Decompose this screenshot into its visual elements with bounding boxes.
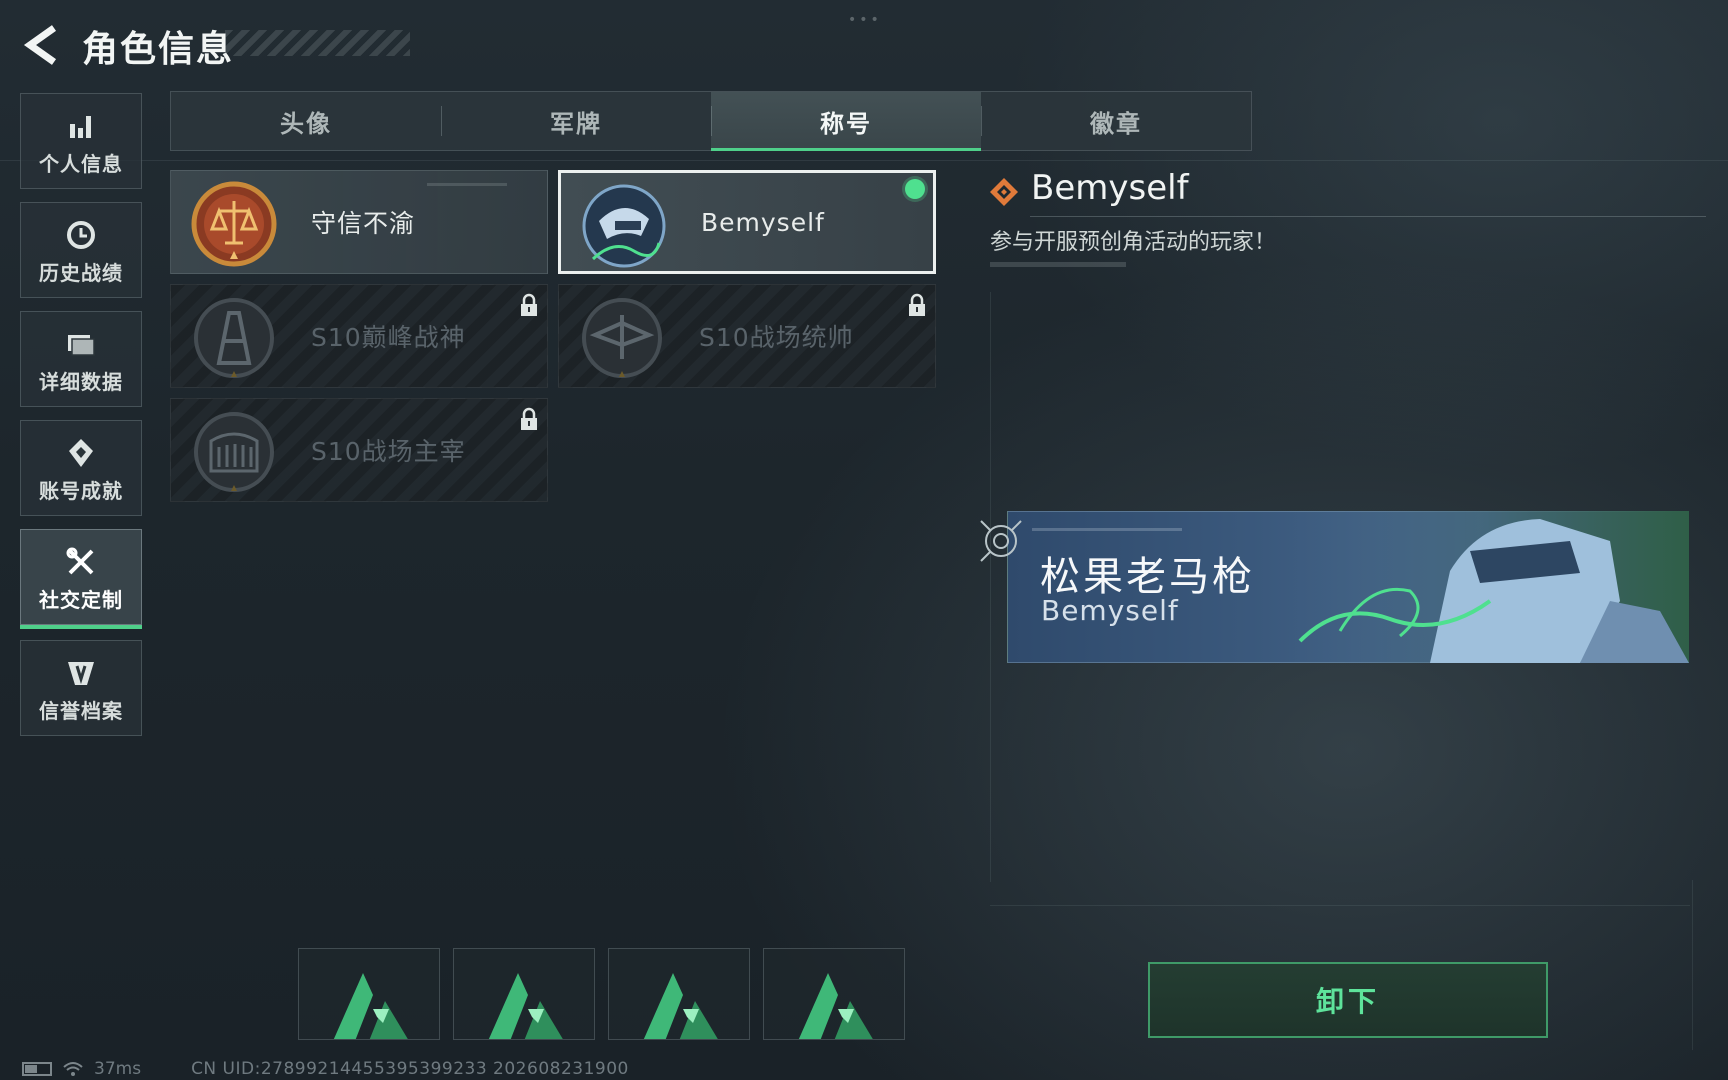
sidebar-item-personal-info[interactable]: 个人信息 — [20, 93, 142, 189]
sidebar-item-detail-data[interactable]: 详细数据 — [20, 311, 142, 407]
title-card-s10-dominator[interactable]: S10战场主宰 — [170, 398, 548, 502]
title-card-s10-peak-god[interactable]: S10巅峰战神 — [170, 284, 548, 388]
tab-avatar[interactable]: 头像 — [171, 92, 441, 150]
bar-chart-icon — [70, 116, 91, 138]
banner-title: Bemyself — [1041, 594, 1179, 627]
emblem-slot[interactable] — [608, 948, 750, 1040]
page-title: 角色信息 — [82, 29, 235, 70]
sidebar-item-label: 个人信息 — [39, 152, 123, 176]
sidebar-item-social-custom[interactable]: 社交定制 — [20, 529, 142, 629]
banner-artwork — [1280, 511, 1689, 663]
sidebar-item-label: 历史战绩 — [39, 261, 123, 285]
detail-description: 参与开服预创角活动的玩家！ — [990, 230, 1277, 255]
detail-divider — [1030, 216, 1706, 217]
uid-text: CN UID:27899214455395399233 202608231900 — [191, 1059, 629, 1079]
lock-icon — [521, 293, 537, 316]
decor-line — [990, 905, 1690, 906]
decor-line — [0, 160, 1728, 161]
bemyself-emblem-icon — [582, 184, 666, 268]
tools-icon — [66, 547, 94, 575]
lock-icon — [909, 293, 925, 316]
green-a-logo-icon — [798, 973, 873, 1039]
title-card-s10-commander[interactable]: S10战场统帅 — [558, 284, 936, 388]
reputation-shield-icon — [68, 662, 94, 685]
status-bar: 37ms CN UID:27899214455395399233 2026082… — [22, 1058, 629, 1080]
sidebar-item-label: 社交定制 — [39, 588, 123, 612]
colosseum-emblem-icon — [194, 412, 274, 492]
tab-badge[interactable]: 徽章 — [981, 92, 1251, 150]
sidebar-item-achievements[interactable]: 账号成就 — [20, 420, 142, 516]
tab-dog-tag[interactable]: 军牌 — [441, 92, 711, 150]
tab-bar: 头像 军牌 称号 徽章 — [170, 91, 1252, 151]
sidebar-item-reputation[interactable]: 信誉档案 — [20, 640, 142, 736]
tab-title[interactable]: 称号 — [711, 92, 981, 151]
title-decoration — [225, 30, 410, 56]
green-a-logo-icon — [488, 973, 563, 1039]
decor-dots: ••• — [848, 12, 882, 28]
equipped-indicator — [905, 179, 925, 199]
lock-icon — [521, 407, 537, 430]
tower-emblem-icon — [194, 298, 274, 378]
detail-title-name: Bemyself — [1031, 168, 1189, 208]
emblem-slot[interactable] — [298, 948, 440, 1040]
ping-value: 37ms — [94, 1059, 142, 1079]
emblem-slot[interactable] — [763, 948, 905, 1040]
decor-line — [1692, 880, 1693, 1050]
title-card-label: 守信不渝 — [311, 209, 416, 238]
green-a-logo-icon — [643, 973, 718, 1039]
card-decor — [427, 183, 507, 186]
title-card-label: S10巅峰战神 — [311, 323, 466, 352]
sidebar-item-history[interactable]: 历史战绩 — [20, 202, 142, 298]
wifi-icon — [63, 1062, 83, 1076]
sidebar-item-label: 账号成就 — [39, 479, 123, 503]
sidebar-item-label: 信誉档案 — [39, 699, 123, 723]
battery-icon — [22, 1062, 52, 1076]
scales-emblem-icon — [191, 181, 277, 267]
achievement-badge-icon — [69, 439, 93, 467]
target-reticle-icon — [980, 520, 1022, 562]
back-arrow-icon — [23, 25, 57, 65]
diamond-rank-icon — [990, 178, 1018, 206]
back-button[interactable] — [20, 22, 66, 68]
sidebar-item-label: 详细数据 — [39, 370, 123, 394]
emblem-slot[interactable] — [453, 948, 595, 1040]
title-card-label: S10战场统帅 — [699, 323, 854, 352]
decor-line — [990, 292, 991, 882]
banner-decor — [1032, 528, 1182, 531]
folder-icon — [68, 335, 95, 356]
unequip-button[interactable]: 卸下 — [1148, 962, 1548, 1038]
title-card-label: S10战场主宰 — [311, 437, 466, 466]
title-card-shouxinbuyu[interactable]: 守信不渝 — [170, 170, 548, 274]
title-card-bemyself[interactable]: Bemyself — [558, 170, 936, 274]
title-card-label: Bemyself — [701, 207, 825, 237]
aircraft-emblem-icon — [582, 298, 662, 378]
history-clock-icon — [67, 221, 95, 249]
green-a-logo-icon — [333, 973, 408, 1039]
detail-decor — [990, 262, 1126, 267]
